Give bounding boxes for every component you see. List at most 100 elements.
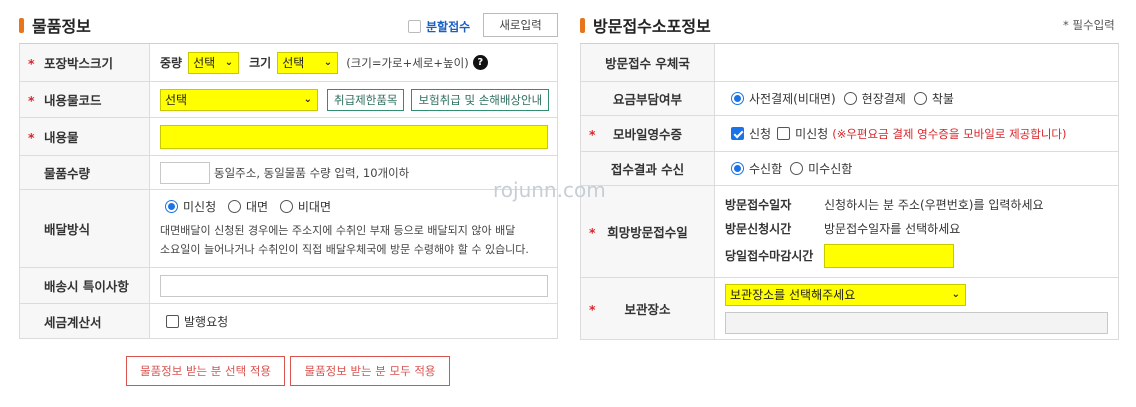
- option-label: 사전결제(비대면): [749, 92, 836, 106]
- payment-option-onsite[interactable]: 현장결제: [843, 90, 906, 107]
- required-mark: *: [589, 126, 596, 142]
- restricted-items-button[interactable]: 취급제한품목: [327, 88, 405, 111]
- radio-icon[interactable]: [913, 92, 927, 105]
- checkbox-icon[interactable]: [777, 127, 791, 140]
- storage-cell: 보관장소를 선택해주세요 ⌄: [715, 278, 1118, 339]
- option-label: 미수신함: [808, 162, 853, 176]
- tax-header: 세금계산서: [20, 304, 150, 338]
- apply-selected-button[interactable]: 물품정보 받는 분 선택 적용: [126, 356, 285, 386]
- apply-all-button[interactable]: 물품정보 받는 분 모두 적용: [290, 356, 450, 386]
- required-note: * 필수입력: [1063, 18, 1115, 32]
- chevron-down-icon: ⌄: [224, 57, 234, 68]
- row-payment: 요금부담여부 사전결제(비대면) 현장결제 착불: [581, 82, 1118, 116]
- content-label: 내용물: [44, 130, 79, 145]
- content-code-select[interactable]: 선택 ⌄: [160, 88, 318, 111]
- radio-icon[interactable]: [731, 162, 744, 175]
- required-mark: *: [589, 224, 596, 240]
- required-mark: *: [28, 129, 35, 145]
- row-quantity: 물품수량 동일주소, 동일물품 수량 입력, 10개이하: [20, 156, 557, 190]
- chevron-down-icon: ⌄: [303, 94, 312, 105]
- receipt-label: 모바일영수증: [612, 127, 682, 142]
- box-size-cell: 중량 선택 ⌄ 크기 선택 ⌄ (크기=가로+세로+높이) ?: [150, 44, 557, 81]
- required-mark: *: [28, 92, 35, 108]
- tax-cell: 발행요청: [150, 304, 557, 338]
- visit-info-table: 방문접수 우체국 요금부담여부 사전결제(비대면) 현장결제 착불 * 모바일영…: [580, 43, 1119, 340]
- receipt-header: * 모바일영수증: [581, 116, 715, 151]
- content-cell: [150, 118, 557, 155]
- right-title-text: 방문접수소포정보: [593, 17, 711, 36]
- row-visit: * 희망방문접수일 방문접수일자 신청하시는 분 주소(우편번호)를 입력하세요…: [581, 186, 1118, 278]
- weight-select[interactable]: 선택 ⌄: [188, 51, 240, 74]
- option-label: 현장결제: [861, 92, 906, 106]
- storage-select-value: 보관장소를 선택해주세요: [730, 288, 856, 302]
- tax-option-label: 발행요청: [184, 314, 229, 329]
- radio-icon[interactable]: [165, 200, 178, 213]
- row-tax: 세금계산서 발행요청: [20, 304, 557, 339]
- insurance-info-button[interactable]: 보험취급 및 손해배상안내: [411, 88, 550, 111]
- row-delivery: 배달방식 미신청 대면 비대면 대면배달이 신청된 경우에는 주소지에 수취인 …: [20, 190, 557, 268]
- special-cell: [150, 268, 557, 303]
- payment-option-cod[interactable]: 착불: [913, 90, 954, 107]
- content-code-header: * 내용물코드: [20, 82, 150, 117]
- split-receipt-option[interactable]: 분할접수: [408, 18, 470, 35]
- delivery-note-line2: 소요일이 늘어나거나 수취인이 직접 배달우체국에 방문 수령해야 할 수 있습…: [160, 243, 529, 256]
- storage-select[interactable]: 보관장소를 선택해주세요 ⌄: [725, 283, 966, 306]
- split-checkbox[interactable]: [408, 20, 421, 33]
- special-label: 배송시 특이사항: [44, 279, 129, 294]
- radio-icon[interactable]: [279, 200, 293, 213]
- office-value: [715, 44, 1118, 81]
- box-size-header: * 포장박스크기: [20, 44, 150, 81]
- special-input[interactable]: [160, 274, 548, 297]
- receipt-cell: 신청 미신청 (※우편요금 결제 영수증을 모바일로 제공합니다): [715, 116, 1118, 151]
- visit-cell: 방문접수일자 신청하시는 분 주소(우편번호)를 입력하세요 방문신청시간 방문…: [715, 186, 1118, 277]
- receipt-note: (※우편요금 결제 영수증을 모바일로 제공합니다): [832, 126, 1067, 141]
- size-label: 크기: [249, 56, 272, 70]
- receipt-opt-none[interactable]: 미신청: [777, 125, 828, 142]
- receipt-opt-apply[interactable]: 신청: [731, 125, 771, 142]
- result-cell: 수신함 미수신함: [715, 152, 1118, 185]
- option-label: 미신청: [183, 200, 217, 214]
- storage-detail-input[interactable]: [725, 311, 1108, 334]
- chevron-down-icon: ⌄: [951, 289, 960, 300]
- result-option-noreceive[interactable]: 미수신함: [790, 160, 852, 177]
- size-select[interactable]: 선택 ⌄: [277, 51, 339, 74]
- payment-label: 요금부담여부: [612, 92, 682, 107]
- delivery-note-line1: 대면배달이 신청된 경우에는 주소지에 수취인 부재 등으로 배달되지 않아 배…: [160, 224, 516, 237]
- visit-date-label: 방문접수일자: [725, 197, 792, 212]
- delivery-option-face[interactable]: 대면: [227, 198, 269, 215]
- visit-label: 희망방문접수일: [607, 225, 688, 240]
- result-option-receive[interactable]: 수신함: [731, 160, 782, 177]
- checkbox-icon[interactable]: [731, 127, 744, 140]
- quantity-label: 물품수량: [44, 166, 91, 181]
- row-result: 접수결과 수신 수신함 미수신함: [581, 152, 1118, 186]
- quantity-input[interactable]: [160, 161, 210, 184]
- payment-cell: 사전결제(비대면) 현장결제 착불: [715, 82, 1118, 115]
- delivery-option-none[interactable]: 미신청: [165, 198, 216, 215]
- visit-date-line: 방문접수일자 신청하시는 분 주소(우편번호)를 입력하세요: [725, 196, 1044, 213]
- weight-label: 중량: [160, 56, 183, 70]
- row-box-size: * 포장박스크기 중량 선택 ⌄ 크기 선택 ⌄ (크기=가로+세로+높이) ?: [20, 44, 557, 82]
- radio-icon[interactable]: [731, 92, 744, 105]
- visit-date-value: 신청하시는 분 주소(우편번호)를 입력하세요: [824, 197, 1044, 212]
- result-label: 접수결과 수신: [610, 162, 685, 177]
- visit-time-value: 방문접수일자를 선택하세요: [824, 221, 961, 236]
- item-info-table: * 포장박스크기 중량 선택 ⌄ 크기 선택 ⌄ (크기=가로+세로+높이) ? *…: [19, 43, 558, 339]
- help-icon[interactable]: ?: [472, 55, 488, 70]
- radio-icon[interactable]: [790, 162, 804, 175]
- radio-icon[interactable]: [227, 200, 241, 213]
- radio-icon[interactable]: [843, 92, 857, 105]
- visit-time-label: 방문신청시간: [725, 221, 792, 236]
- reset-button[interactable]: 새로입력: [483, 13, 558, 37]
- delivery-option-noface[interactable]: 비대면: [279, 198, 331, 215]
- delivery-header: 배달방식: [20, 190, 150, 267]
- left-section-title: 물품정보: [19, 13, 91, 37]
- tax-checkbox[interactable]: [166, 314, 179, 328]
- row-office: 방문접수 우체국: [581, 44, 1118, 82]
- title-bar-icon: [580, 17, 585, 33]
- option-label: 대면: [245, 200, 269, 214]
- payment-option-prepaid[interactable]: 사전결제(비대면): [731, 90, 836, 107]
- chevron-down-icon: ⌄: [323, 57, 333, 68]
- content-code-label: 내용물코드: [44, 93, 102, 108]
- required-mark: *: [28, 55, 35, 71]
- content-input[interactable]: [160, 124, 548, 149]
